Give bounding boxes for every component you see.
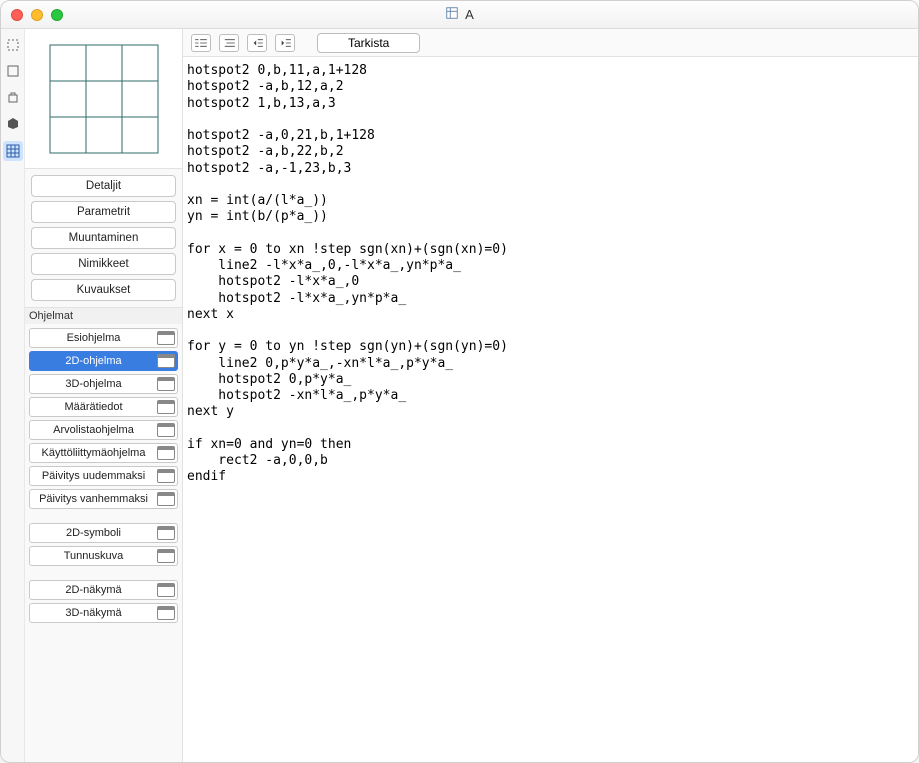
script-item2-0[interactable]: 2D-symboli	[29, 523, 178, 543]
open-window-icon[interactable]	[157, 400, 175, 414]
script-list-2: 2D-symboli Tunnuskuva	[25, 519, 182, 570]
script-item-6[interactable]: Päivitys uudemmaksi	[29, 466, 178, 486]
script-item-label: 2D-näkymä	[36, 584, 151, 596]
open-window-icon[interactable]	[157, 492, 175, 506]
minimize-icon[interactable]	[31, 9, 43, 21]
editor-toolbar: Tarkista	[183, 29, 918, 57]
script-item-label: Arvolistaohjelma	[36, 424, 151, 436]
script-item-label: Tunnuskuva	[36, 550, 151, 562]
open-window-icon[interactable]	[157, 377, 175, 391]
script-item-label: 3D-näkymä	[36, 607, 151, 619]
sidebar-button-2[interactable]: Muuntaminen	[31, 227, 176, 249]
window-controls	[11, 9, 63, 21]
check-button[interactable]: Tarkista	[317, 33, 420, 53]
tool-icon-3[interactable]	[5, 89, 21, 105]
preview-pane	[25, 29, 182, 169]
document-icon	[445, 6, 459, 23]
open-window-icon[interactable]	[157, 469, 175, 483]
sidebar-button-3[interactable]: Nimikkeet	[31, 253, 176, 275]
script-item3-0[interactable]: 2D-näkymä	[29, 580, 178, 600]
tool-icon-1[interactable]	[5, 37, 21, 53]
main-area: Tarkista hotspot2 0,b,11,a,1+128 hotspot…	[183, 29, 918, 762]
script-item-4[interactable]: Arvolistaohjelma	[29, 420, 178, 440]
open-window-icon[interactable]	[157, 331, 175, 345]
open-window-icon[interactable]	[157, 549, 175, 563]
sidebar-button-4[interactable]: Kuvaukset	[31, 279, 176, 301]
open-window-icon[interactable]	[157, 354, 175, 368]
sidebar-button-0[interactable]: Detaljit	[31, 175, 176, 197]
close-icon[interactable]	[11, 9, 23, 21]
app-window: A	[0, 0, 919, 763]
script-list: Esiohjelma 2D-ohjelma 3D-ohjelma Määrätiedo…	[25, 324, 182, 513]
script-item3-1[interactable]: 3D-näkymä	[29, 603, 178, 623]
open-window-icon[interactable]	[157, 423, 175, 437]
scripts-label: Ohjelmat	[25, 308, 182, 324]
script-list-3: 2D-näkymä 3D-näkymä	[25, 576, 182, 627]
indent-icon[interactable]	[219, 34, 239, 52]
script-item-3[interactable]: Määrätiedot	[29, 397, 178, 417]
script-item-label: 2D-ohjelma	[36, 355, 151, 367]
open-window-icon[interactable]	[157, 526, 175, 540]
script-item-0[interactable]: Esiohjelma	[29, 328, 178, 348]
script-item-5[interactable]: Käyttöliittymäohjelma	[29, 443, 178, 463]
sidebar-button-group: Detaljit Parametrit Muuntaminen Nimikkeet Ku…	[25, 169, 182, 308]
script-item-label: Käyttöliittymäohjelma	[36, 447, 151, 459]
open-window-icon[interactable]	[157, 606, 175, 620]
outdent-icon[interactable]	[247, 34, 267, 52]
script-item-label: 2D-symboli	[36, 527, 151, 539]
indent-right-icon[interactable]	[275, 34, 295, 52]
sidebar: Detaljit Parametrit Muuntaminen Nimikkeet Ku…	[25, 29, 183, 762]
script-item-label: 3D-ohjelma	[36, 378, 151, 390]
tool-icon-5-selected[interactable]	[3, 141, 23, 161]
script-item-2[interactable]: 3D-ohjelma	[29, 374, 178, 394]
open-window-icon[interactable]	[157, 583, 175, 597]
script-item-label: Päivitys uudemmaksi	[36, 470, 151, 482]
zoom-icon[interactable]	[51, 9, 63, 21]
script-item-label: Esiohjelma	[36, 332, 151, 344]
script-item2-1[interactable]: Tunnuskuva	[29, 546, 178, 566]
window-title: A	[465, 7, 474, 22]
window-body: Detaljit Parametrit Muuntaminen Nimikkeet Ku…	[1, 29, 918, 762]
script-item-7[interactable]: Päivitys vanhemmaksi	[29, 489, 178, 509]
tool-icon-2[interactable]	[5, 63, 21, 79]
script-item-label: Määrätiedot	[36, 401, 151, 413]
script-item-1[interactable]: 2D-ohjelma	[29, 351, 178, 371]
code-editor[interactable]: hotspot2 0,b,11,a,1+128 hotspot2 -a,b,12…	[183, 57, 918, 762]
align-left-icon[interactable]	[191, 34, 211, 52]
tool-icon-4[interactable]	[5, 115, 21, 131]
titlebar: A	[1, 1, 918, 29]
left-toolstrip	[1, 29, 25, 762]
script-item-label: Päivitys vanhemmaksi	[36, 493, 151, 505]
preview-grid-icon	[44, 39, 164, 159]
sidebar-button-1[interactable]: Parametrit	[31, 201, 176, 223]
open-window-icon[interactable]	[157, 446, 175, 460]
